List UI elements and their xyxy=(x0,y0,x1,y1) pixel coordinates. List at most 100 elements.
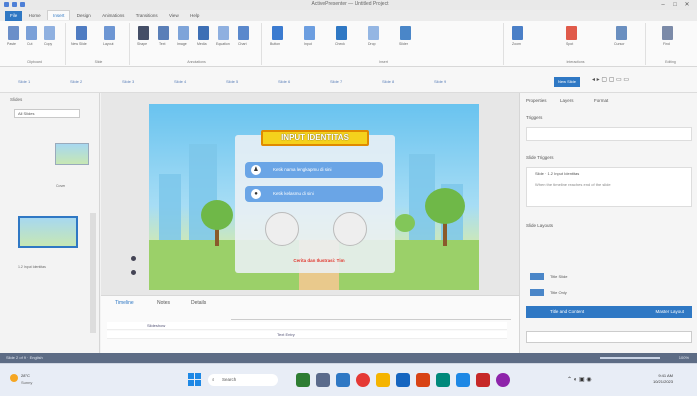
slide-nav-item[interactable]: Slide 1 xyxy=(18,79,30,84)
chrome-icon[interactable] xyxy=(356,373,370,387)
group-name-interactions: Interactions xyxy=(566,60,585,64)
avatar-boy[interactable] xyxy=(265,212,299,246)
trigger-item[interactable]: Slide · 1.2 Input Identitas xyxy=(535,171,579,176)
slide-thumbnail[interactable] xyxy=(55,143,89,165)
layout-button[interactable] xyxy=(104,26,115,40)
ribbon-group-slide: New Slide Layout Slide xyxy=(68,23,130,65)
paste-button[interactable] xyxy=(8,26,19,40)
spot-tool[interactable] xyxy=(566,26,577,40)
avatar-girl[interactable] xyxy=(333,212,367,246)
new-slide-button[interactable]: New Slide xyxy=(554,77,580,87)
slider-tool-label: Slider xyxy=(399,42,408,46)
tab-animations[interactable]: Animations xyxy=(97,11,129,21)
edge-icon[interactable] xyxy=(336,373,350,387)
name-input-field[interactable]: ♟ Ketik nama lengkapmu di sini xyxy=(245,162,383,178)
weather-widget[interactable]: 28°C Sunny xyxy=(10,372,50,390)
text-button[interactable] xyxy=(158,26,169,40)
tab-notes[interactable]: Notes xyxy=(157,300,170,306)
video-icon[interactable] xyxy=(476,373,490,387)
tab-properties[interactable]: Properties xyxy=(526,98,547,103)
tab-file[interactable]: File xyxy=(5,11,23,21)
tab-view[interactable]: View xyxy=(164,11,184,21)
button-tool[interactable] xyxy=(272,26,283,40)
layout-options-bar[interactable] xyxy=(526,331,692,343)
slide-nav-item[interactable]: Slide 7 xyxy=(330,79,342,84)
title-bar: ActivePresenter — Untitled Project – □ ✕ xyxy=(0,0,697,10)
quick-access-toolbar[interactable] xyxy=(4,2,44,8)
slide-triggers-list[interactable]: Slide · 1.2 Input Identitas When the tim… xyxy=(526,167,692,207)
tab-details[interactable]: Details xyxy=(191,300,206,306)
tab-transitions[interactable]: Transitions xyxy=(131,11,163,21)
tab-layers[interactable]: Layers xyxy=(560,98,574,103)
layout-item-selected[interactable]: Title and Content Master Layout xyxy=(526,306,692,318)
minimize-icon[interactable]: – xyxy=(657,2,669,8)
slide-layouts-header[interactable]: Slide Layouts xyxy=(526,223,692,232)
close-icon[interactable]: ✕ xyxy=(681,1,693,8)
new-slide-ribbon-button[interactable] xyxy=(76,26,87,40)
system-tray[interactable]: ⌃ ◐ ▣ ◉ 9:41 AM 10/21/2023 xyxy=(567,370,687,390)
slide-nav-item[interactable]: Slide 9 xyxy=(434,79,446,84)
slides-filter-select[interactable]: All Slides xyxy=(14,109,80,118)
store-icon[interactable] xyxy=(396,373,410,387)
drop-tool[interactable] xyxy=(368,26,379,40)
input-tool[interactable] xyxy=(304,26,315,40)
slides-scrollbar[interactable] xyxy=(90,213,96,333)
tab-home[interactable]: Home xyxy=(24,11,46,21)
slider-tool[interactable] xyxy=(400,26,411,40)
slide-nav-item[interactable]: Slide 5 xyxy=(226,79,238,84)
layout-item[interactable]: Title Only xyxy=(550,290,567,295)
timeline-row[interactable]: Text Entry xyxy=(107,331,507,339)
check-tool[interactable] xyxy=(336,26,347,40)
tray-icons[interactable]: ⌃ ◐ ▣ ◉ xyxy=(567,376,592,383)
tab-format[interactable]: Format xyxy=(594,98,608,103)
office-icon[interactable] xyxy=(416,373,430,387)
tab-help[interactable]: Help xyxy=(185,11,204,21)
shape-label: Shape xyxy=(137,42,148,46)
zoom-level[interactable]: 100% xyxy=(679,353,689,363)
slide-nav-item[interactable]: Slide 3 xyxy=(122,79,134,84)
maximize-icon[interactable]: □ xyxy=(669,2,681,8)
app-icon[interactable] xyxy=(296,373,310,387)
timeline-row[interactable]: Slideshow xyxy=(107,322,507,330)
slide-triggers-header[interactable]: Slide Triggers xyxy=(526,155,692,164)
window-controls[interactable]: – □ ✕ xyxy=(657,1,693,8)
view-icons[interactable]: ◂ ▸ ▢ ▢ ▭ ▭ xyxy=(592,76,629,83)
slide-nav-item[interactable]: Slide 6 xyxy=(278,79,290,84)
zoom-slider[interactable] xyxy=(600,357,660,359)
timeline-ruler[interactable] xyxy=(231,314,511,320)
taskbar-search[interactable]: ⌕ Search xyxy=(208,374,278,386)
slide-nav-item[interactable]: Slide 8 xyxy=(382,79,394,84)
image-button[interactable] xyxy=(178,26,189,40)
clock[interactable]: 9:41 AM 10/21/2023 xyxy=(653,373,673,385)
spot-tool-label: Spot xyxy=(566,42,574,46)
slide-thumbnail-selected[interactable] xyxy=(18,216,78,248)
layout-thumbnail[interactable] xyxy=(530,289,544,296)
slide-nav-item[interactable]: Slide 2 xyxy=(70,79,82,84)
triggers-toolbar[interactable] xyxy=(526,127,692,141)
copy-button[interactable] xyxy=(44,26,55,40)
zoom-tool[interactable] xyxy=(512,26,523,40)
shape-button[interactable] xyxy=(138,26,149,40)
class-input-field[interactable]: ● Ketik kelasmu di sini xyxy=(245,186,383,202)
cursor-tool[interactable] xyxy=(616,26,627,40)
task-view-icon[interactable] xyxy=(316,373,330,387)
media-icon[interactable] xyxy=(496,373,510,387)
equation-button[interactable] xyxy=(218,26,229,40)
layout-item[interactable]: Title Slide xyxy=(550,274,567,279)
start-button[interactable] xyxy=(188,373,202,387)
slide-canvas[interactable]: INPUT IDENTITAS ♟ Ketik nama lengkapmu d… xyxy=(149,104,479,290)
chart-button[interactable] xyxy=(238,26,249,40)
find-button[interactable] xyxy=(662,26,673,40)
triggers-header[interactable]: Triggers xyxy=(526,115,692,124)
tab-design[interactable]: Design xyxy=(72,11,96,21)
tab-insert[interactable]: Insert xyxy=(47,10,71,20)
folder-icon[interactable] xyxy=(376,373,390,387)
activepresenter-icon[interactable] xyxy=(436,373,450,387)
word-icon[interactable] xyxy=(456,373,470,387)
cut-button[interactable] xyxy=(26,26,37,40)
layout-thumbnail[interactable] xyxy=(530,273,544,280)
slide-anchor-dot xyxy=(131,270,136,275)
media-button[interactable] xyxy=(198,26,209,40)
tab-timeline[interactable]: Timeline xyxy=(115,300,134,306)
slide-nav-item[interactable]: Slide 4 xyxy=(174,79,186,84)
